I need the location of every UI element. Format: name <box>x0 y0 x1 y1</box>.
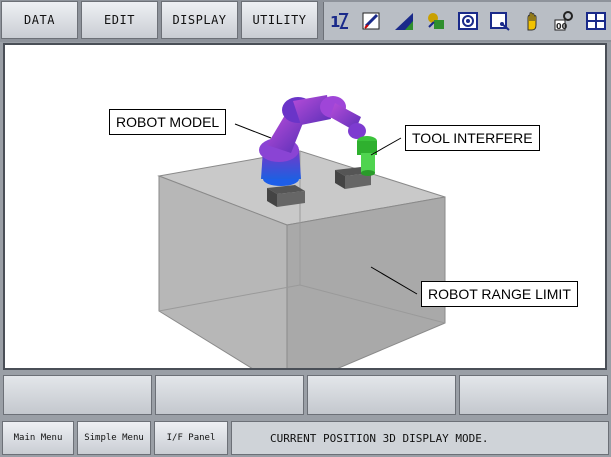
servo-icon <box>457 10 479 32</box>
edit-mode-icon <box>361 10 383 32</box>
robot-model-callout: ROBOT MODEL <box>109 109 227 135</box>
speed-level-icon <box>393 10 415 32</box>
if-panel-button[interactable]: I/F Panel <box>154 421 228 455</box>
3d-scene[interactable] <box>5 45 605 368</box>
robot-coord-icon <box>425 10 447 32</box>
play-mode-icon <box>489 10 511 32</box>
axis-select-icon: 1 <box>329 10 351 32</box>
grid-menu-icon <box>585 10 607 32</box>
soft-key-3[interactable] <box>307 375 456 415</box>
robot-pedestal <box>267 185 305 207</box>
range-limit-box <box>157 150 446 368</box>
hand-icon <box>521 10 543 32</box>
soft-key-1[interactable] <box>3 375 152 415</box>
bottom-bar: Main Menu Simple Menu I/F Panel CURRENT … <box>0 419 611 457</box>
tool-interfere-callout: TOOL INTERFERE <box>405 125 540 151</box>
message-display: CURRENT POSITION 3D DISPLAY MODE. <box>231 421 609 455</box>
main-menu-button[interactable]: Main Menu <box>2 421 74 455</box>
top-menu-bar: DATA EDIT DISPLAY UTILITY 1 00 <box>0 0 611 42</box>
soft-key-4[interactable] <box>459 375 608 415</box>
menu-utility-button[interactable]: UTILITY <box>241 1 318 39</box>
status-icon-bar: 1 00 <box>323 2 611 40</box>
range-limit-callout: ROBOT RANGE LIMIT <box>421 281 578 307</box>
soft-key-2[interactable] <box>155 375 304 415</box>
menu-display-button[interactable]: DISPLAY <box>161 1 238 39</box>
3d-display-panel[interactable]: ROBOT MODEL TOOL INTERFERE ROBOT RANGE L… <box>3 43 607 370</box>
security-icon: 00 <box>553 10 575 32</box>
menu-data-button[interactable]: DATA <box>1 1 78 39</box>
soft-key-row <box>3 375 608 415</box>
svg-text:1: 1 <box>330 13 340 31</box>
svg-text:00: 00 <box>556 22 568 31</box>
menu-edit-button[interactable]: EDIT <box>81 1 158 39</box>
robot-model-leader <box>234 123 272 139</box>
simple-menu-button[interactable]: Simple Menu <box>77 421 151 455</box>
